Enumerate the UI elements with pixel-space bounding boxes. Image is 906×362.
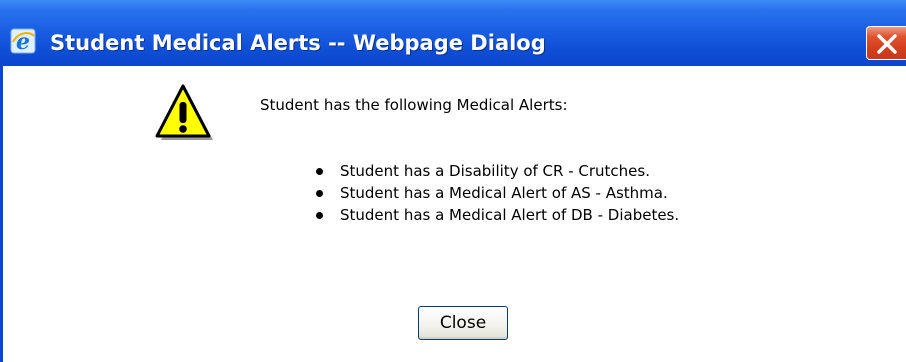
alert-heading: Student has the following Medical Alerts… bbox=[260, 96, 568, 114]
list-item: Student has a Medical Alert of AS - Asth… bbox=[316, 182, 679, 204]
list-item: Student has a Disability of CR - Crutche… bbox=[316, 160, 679, 182]
warning-icon bbox=[153, 82, 217, 146]
bullet-icon bbox=[316, 190, 323, 197]
alert-text: Student has a Medical Alert of AS - Asth… bbox=[340, 184, 668, 202]
bullet-icon bbox=[316, 168, 323, 175]
bullet-icon bbox=[316, 212, 323, 219]
alert-list: Student has a Disability of CR - Crutche… bbox=[316, 160, 679, 226]
window-title: Student Medical Alerts -- Webpage Dialog bbox=[50, 31, 546, 55]
close-icon bbox=[877, 34, 897, 54]
title-bar[interactable]: e Student Medical Alerts -- Webpage Dial… bbox=[0, 0, 906, 66]
alert-text: Student has a Medical Alert of DB - Diab… bbox=[340, 206, 680, 224]
alert-text: Student has a Disability of CR - Crutche… bbox=[340, 162, 650, 180]
title-close-button[interactable] bbox=[866, 26, 906, 60]
dialog-window: e Student Medical Alerts -- Webpage Dial… bbox=[0, 0, 906, 362]
list-item: Student has a Medical Alert of DB - Diab… bbox=[316, 204, 679, 226]
close-button[interactable]: Close bbox=[418, 306, 508, 340]
internet-explorer-icon: e bbox=[10, 28, 36, 55]
